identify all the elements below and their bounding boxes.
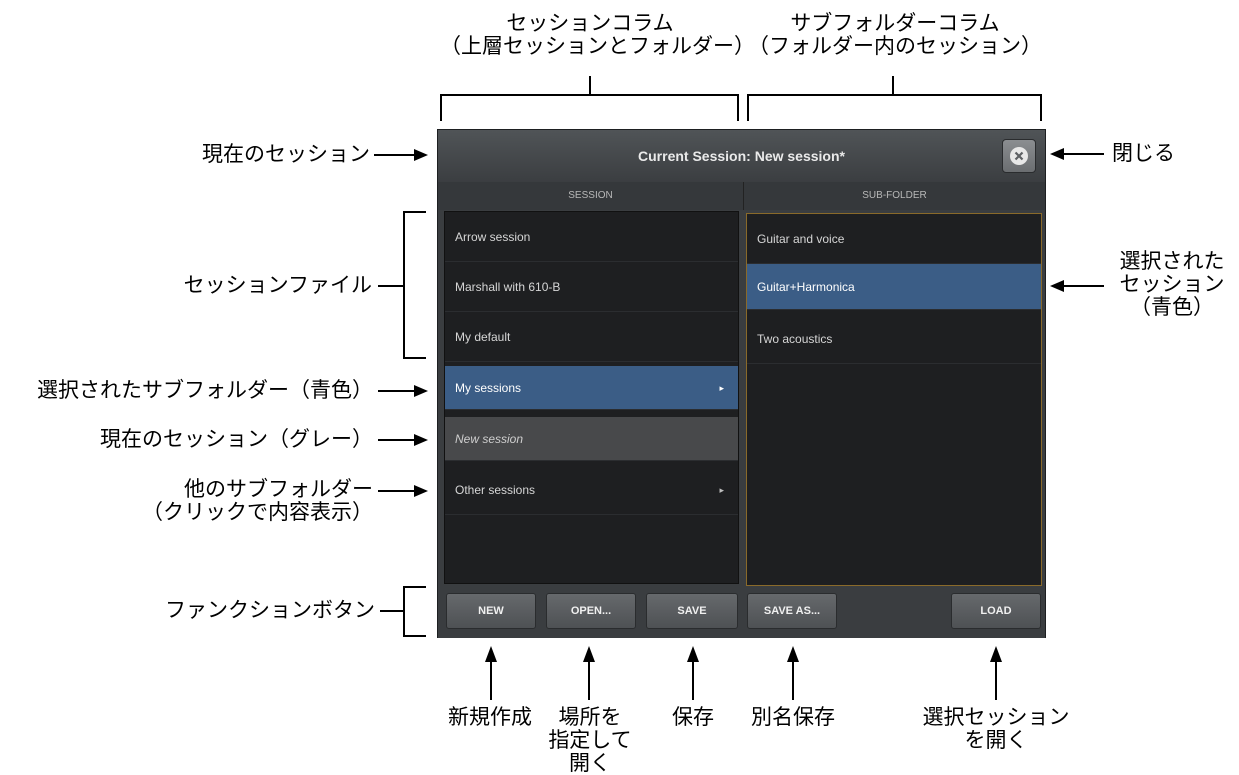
- annotation-text: サブフォルダーコラム: [790, 11, 1000, 35]
- list-item-label: Other sessions: [455, 483, 536, 497]
- subfolder-item-guitar-and-voice[interactable]: Guitar and voice: [747, 214, 1041, 264]
- annotation-text: 選択された: [1119, 249, 1225, 273]
- session-dialog: Current Session: New session* SESSION SU…: [437, 129, 1046, 638]
- list-item-label: Two acoustics: [757, 332, 833, 346]
- save-button[interactable]: SAVE: [646, 593, 738, 629]
- subfolder-column-header: SUB-FOLDER: [744, 182, 1045, 210]
- session-item-new-session[interactable]: New session: [445, 417, 738, 461]
- close-button[interactable]: [1002, 139, 1036, 173]
- annotation-text: を開く: [964, 728, 1028, 752]
- annotation-text: （フォルダー内のセッション）: [748, 34, 1042, 58]
- list-item-label: Arrow session: [455, 230, 531, 244]
- annotation-function-buttons: ファンクションボタン: [165, 598, 375, 622]
- session-list[interactable]: Arrow session Marshall with 610-B My def…: [444, 211, 739, 584]
- annotation-text: セッション: [1119, 272, 1225, 296]
- save-as-button[interactable]: SAVE AS...: [747, 593, 837, 629]
- session-item-arrow-session[interactable]: Arrow session: [445, 212, 738, 262]
- annotation-text: 開く: [569, 751, 611, 775]
- annotation-text: セッションコラム: [506, 11, 674, 35]
- folder-item-my-sessions[interactable]: My sessions ▸: [445, 366, 738, 410]
- title-bar: Current Session: New session*: [438, 130, 1045, 183]
- subfolder-list[interactable]: Guitar and voice Guitar+Harmonica Two ac…: [746, 213, 1042, 586]
- chevron-right-icon: ▸: [719, 383, 724, 393]
- list-item-label: Marshall with 610-B: [455, 280, 561, 294]
- annotation-selected-subfolder: 選択されたサブフォルダー（青色）: [37, 378, 373, 402]
- session-column-header: SESSION: [438, 182, 743, 210]
- annotation-text: 他のサブフォルダー: [184, 477, 373, 501]
- close-circle-icon: [1010, 147, 1028, 165]
- list-item-label: Guitar and voice: [757, 232, 845, 246]
- list-item-label: Guitar+Harmonica: [757, 280, 855, 294]
- annotation-session-column: セッションコラム （上層セッションとフォルダー）: [440, 11, 755, 58]
- subfolder-item-two-acoustics[interactable]: Two acoustics: [747, 314, 1041, 364]
- annotation-selected-session: 選択された セッション （青色）: [1106, 250, 1238, 319]
- dialog-title: Current Session: New session*: [638, 148, 845, 164]
- subfolder-item-guitar-harmonica[interactable]: Guitar+Harmonica: [747, 264, 1041, 310]
- annotation-text: （クリックで内容表示）: [142, 500, 373, 524]
- annotation-current-session-gray: 現在のセッション（グレー）: [100, 427, 373, 451]
- annotation-text: 指定して: [548, 728, 632, 752]
- annotation-text: 場所を: [558, 705, 622, 729]
- annotation-close: 閉じる: [1112, 141, 1175, 165]
- annotation-text: 選択セッション: [922, 705, 1070, 729]
- open-button[interactable]: OPEN...: [546, 593, 636, 629]
- list-item-label: My sessions: [455, 381, 522, 395]
- annotation-new: 新規作成: [448, 705, 532, 729]
- session-item-my-default[interactable]: My default: [445, 312, 738, 362]
- annotation-save: 保存: [672, 705, 714, 729]
- folder-item-other-sessions[interactable]: Other sessions ▸: [445, 465, 738, 515]
- annotation-text: （青色）: [1130, 295, 1214, 319]
- annotation-load: 選択セッション を開く: [910, 706, 1082, 752]
- annotation-session-files: セッションファイル: [183, 273, 372, 297]
- list-item-label: My default: [455, 330, 511, 344]
- annotation-other-subfolders: 他のサブフォルダー （クリックで内容表示）: [100, 478, 373, 524]
- annotation-current-session: 現在のセッション: [202, 142, 370, 166]
- annotation-subfolder-column: サブフォルダーコラム （フォルダー内のセッション）: [735, 12, 1055, 58]
- annotation-open: 場所を 指定して 開く: [540, 706, 640, 775]
- load-button[interactable]: LOAD: [951, 593, 1041, 629]
- list-item-label: New session: [455, 432, 524, 446]
- annotation-save-as: 別名保存: [751, 705, 835, 729]
- function-button-bar: NEW OPEN... SAVE SAVE AS... LOAD: [438, 588, 1045, 638]
- new-button[interactable]: NEW: [446, 593, 536, 629]
- session-item-marshall[interactable]: Marshall with 610-B: [445, 262, 738, 312]
- annotation-text: （上層セッションとフォルダー）: [440, 34, 755, 58]
- chevron-right-icon: ▸: [719, 485, 724, 495]
